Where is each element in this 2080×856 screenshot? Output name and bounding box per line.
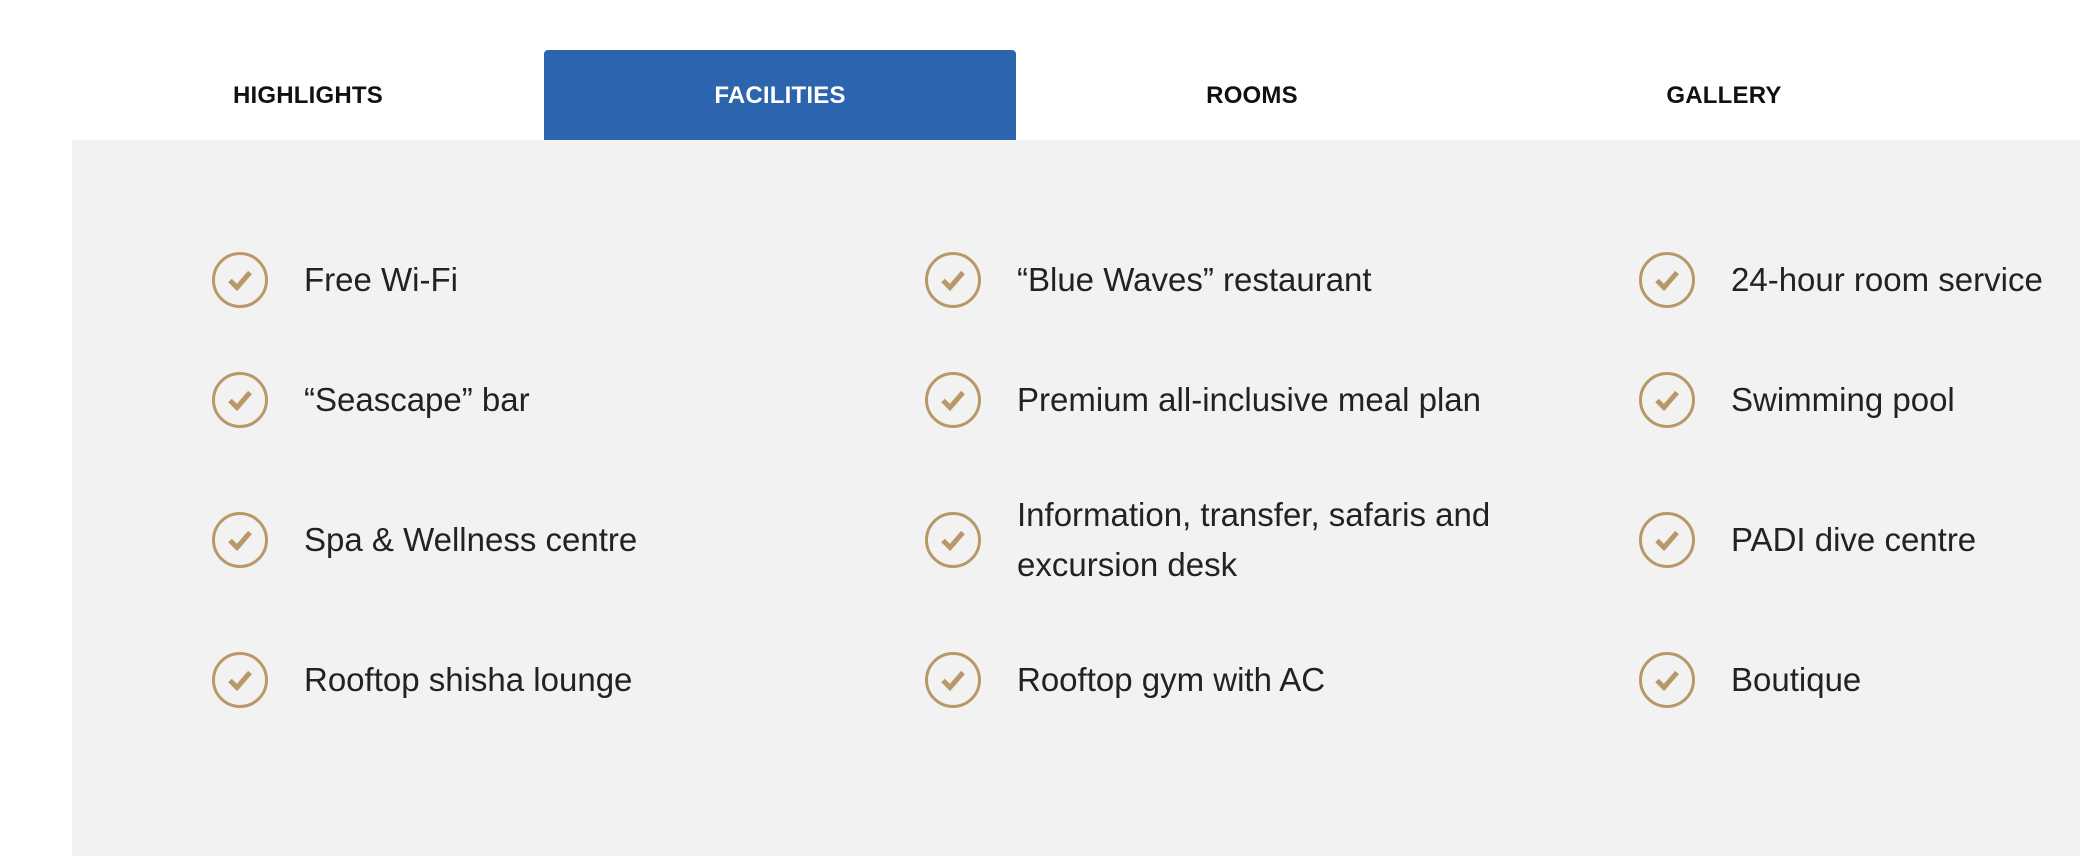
check-circle-icon (1639, 512, 1695, 568)
list-item: Rooftop shisha lounge (212, 645, 852, 715)
list-item: Rooftop gym with AC (925, 645, 1565, 715)
facility-label: Rooftop gym with AC (1017, 661, 1326, 698)
check-circle-icon (212, 252, 268, 308)
facility-label: Boutique (1731, 661, 1862, 698)
list-item: Swimming pool (1639, 365, 2080, 435)
check-circle-icon (925, 372, 981, 428)
tab-bar: HIGHLIGHTS FACILITIES ROOMS GALLERY (72, 50, 2080, 142)
facility-label: Premium all-inclusive meal plan (1017, 381, 1481, 418)
facility-label: Spa & Wellness centre (304, 521, 638, 558)
list-item: Boutique (1639, 645, 2080, 715)
facility-label: Rooftop shisha lounge (304, 661, 633, 698)
facility-label: PADI dive centre (1731, 521, 1977, 558)
facility-label: 24-hour room service (1731, 261, 2043, 298)
list-item: Spa & Wellness centre (212, 505, 852, 575)
facility-label: “Seascape” bar (304, 381, 530, 418)
list-item: Information, transfer, safaris and excur… (925, 496, 1565, 583)
check-circle-icon (212, 372, 268, 428)
check-circle-icon (925, 512, 981, 568)
check-circle-icon (925, 652, 981, 708)
facility-label: Swimming pool (1731, 381, 1955, 418)
list-item: PADI dive centre (1639, 505, 2080, 575)
tab-rooms[interactable]: ROOMS (1016, 50, 1488, 142)
check-circle-icon (212, 512, 268, 568)
check-circle-icon (212, 652, 268, 708)
check-circle-icon (925, 252, 981, 308)
facility-label: Free Wi-Fi (304, 261, 458, 298)
tab-highlights[interactable]: HIGHLIGHTS (72, 50, 544, 142)
facility-label: Information, transfer, safaris and excur… (1017, 496, 1491, 583)
facilities-panel: Free Wi-Fi “Seascape” bar Spa & Wellness… (72, 140, 2080, 856)
list-item: “Seascape” bar (212, 365, 852, 435)
facility-label: “Blue Waves” restaurant (1017, 261, 1372, 298)
list-item: Free Wi-Fi (212, 245, 852, 315)
list-item: “Blue Waves” restaurant (925, 245, 1565, 315)
check-circle-icon (1639, 252, 1695, 308)
list-item: Premium all-inclusive meal plan (925, 365, 1565, 435)
tab-facilities[interactable]: FACILITIES (544, 50, 1016, 142)
tab-gallery[interactable]: GALLERY (1488, 50, 1960, 142)
check-circle-icon (1639, 372, 1695, 428)
list-item: 24-hour room service (1639, 245, 2080, 315)
check-circle-icon (1639, 652, 1695, 708)
